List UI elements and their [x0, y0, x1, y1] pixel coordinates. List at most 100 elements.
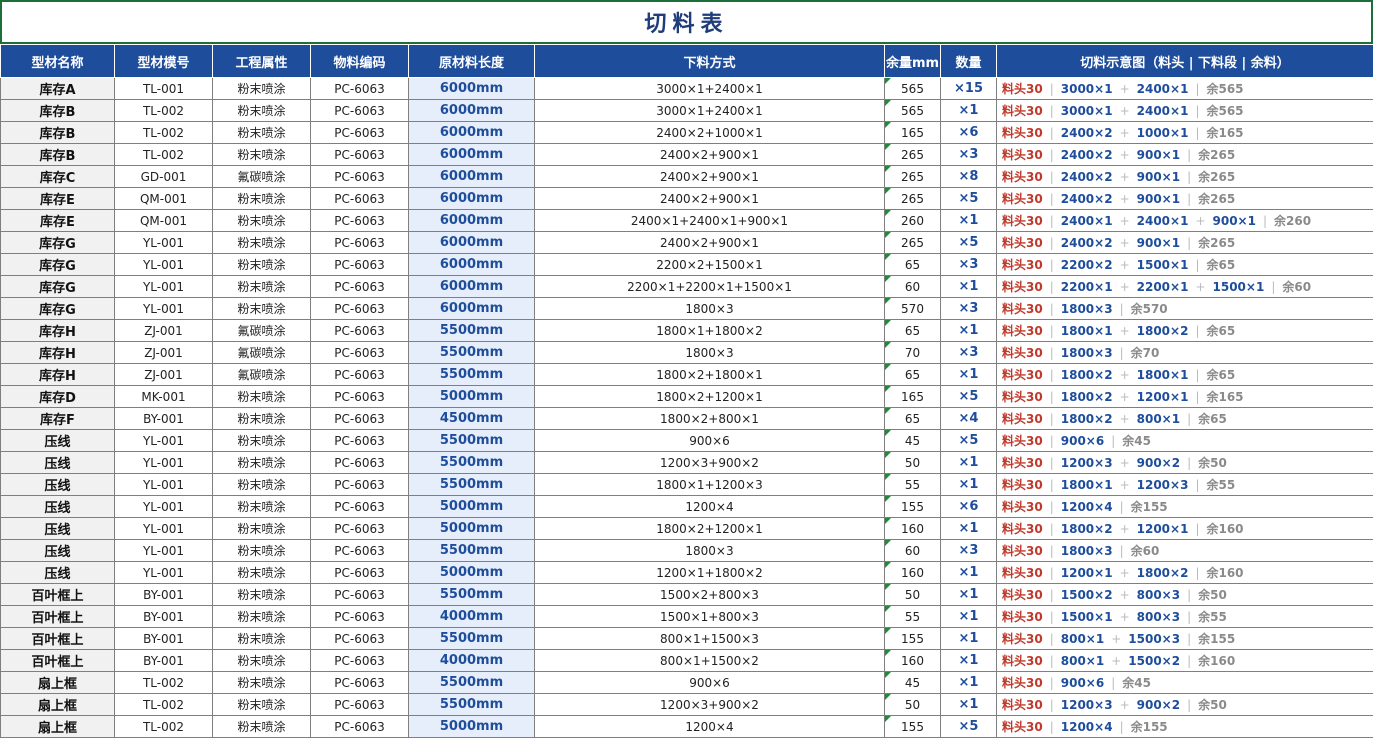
cell-model[interactable]: YL-001: [114, 539, 213, 562]
cell-remain[interactable]: 70: [884, 341, 941, 364]
cell-attr[interactable]: 粉末喷涂: [212, 253, 311, 276]
cell-name[interactable]: 百叶框上: [0, 605, 115, 628]
cell-qty[interactable]: ×15: [940, 77, 997, 100]
cell-qty[interactable]: ×5: [940, 231, 997, 254]
cell-code[interactable]: PC-6063: [310, 209, 409, 232]
cell-model[interactable]: TL-002: [114, 671, 213, 694]
cell-attr[interactable]: 粉末喷涂: [212, 99, 311, 122]
cell-attr[interactable]: 粉末喷涂: [212, 143, 311, 166]
cell-attr[interactable]: 粉末喷涂: [212, 385, 311, 408]
cell-length[interactable]: 5500mm: [408, 583, 535, 606]
cell-diagram[interactable]: 料头30 | 2400×2 +900×1 | 余265: [996, 187, 1373, 210]
cell-length[interactable]: 4500mm: [408, 407, 535, 430]
cell-code[interactable]: PC-6063: [310, 275, 409, 298]
cell-length[interactable]: 5500mm: [408, 473, 535, 496]
cell-attr[interactable]: 粉末喷涂: [212, 671, 311, 694]
cell-model[interactable]: QM-001: [114, 209, 213, 232]
cell-qty[interactable]: ×1: [940, 99, 997, 122]
cell-remain[interactable]: 260: [884, 209, 941, 232]
cell-method[interactable]: 1800×1+1800×2: [534, 319, 885, 342]
cell-name[interactable]: 库存D: [0, 385, 115, 408]
cell-diagram[interactable]: 料头30 | 1800×3 | 余70: [996, 341, 1373, 364]
cell-remain[interactable]: 155: [884, 495, 941, 518]
cell-diagram[interactable]: 料头30 | 900×6 | 余45: [996, 671, 1373, 694]
cell-method[interactable]: 1200×1+1800×2: [534, 561, 885, 584]
cell-method[interactable]: 2400×2+900×1: [534, 165, 885, 188]
cell-code[interactable]: PC-6063: [310, 627, 409, 650]
cell-code[interactable]: PC-6063: [310, 671, 409, 694]
cell-code[interactable]: PC-6063: [310, 495, 409, 518]
cell-method[interactable]: 2400×2+900×1: [534, 187, 885, 210]
cell-length[interactable]: 5500mm: [408, 363, 535, 386]
cell-code[interactable]: PC-6063: [310, 517, 409, 540]
cell-model[interactable]: MK-001: [114, 385, 213, 408]
cell-diagram[interactable]: 料头30 | 1500×1 +800×3 | 余55: [996, 605, 1373, 628]
cell-qty[interactable]: ×3: [940, 341, 997, 364]
cell-model[interactable]: BY-001: [114, 407, 213, 430]
cell-qty[interactable]: ×1: [940, 671, 997, 694]
cell-attr[interactable]: 粉末喷涂: [212, 451, 311, 474]
cell-diagram[interactable]: 料头30 | 1800×3 | 余570: [996, 297, 1373, 320]
cell-name[interactable]: 库存G: [0, 253, 115, 276]
cell-model[interactable]: YL-001: [114, 275, 213, 298]
cell-remain[interactable]: 565: [884, 99, 941, 122]
cell-qty[interactable]: ×3: [940, 297, 997, 320]
cell-qty[interactable]: ×3: [940, 143, 997, 166]
cell-length[interactable]: 4000mm: [408, 605, 535, 628]
cell-remain[interactable]: 50: [884, 693, 941, 716]
cell-attr[interactable]: 氟碳喷涂: [212, 165, 311, 188]
cell-qty[interactable]: ×1: [940, 605, 997, 628]
cell-attr[interactable]: 粉末喷涂: [212, 539, 311, 562]
cell-remain[interactable]: 60: [884, 275, 941, 298]
cell-qty[interactable]: ×8: [940, 165, 997, 188]
cell-remain[interactable]: 155: [884, 627, 941, 650]
cell-length[interactable]: 6000mm: [408, 187, 535, 210]
cell-diagram[interactable]: 料头30 | 2200×1 +2200×1 +1500×1 | 余60: [996, 275, 1373, 298]
cell-code[interactable]: PC-6063: [310, 693, 409, 716]
cell-remain[interactable]: 55: [884, 473, 941, 496]
cell-attr[interactable]: 粉末喷涂: [212, 407, 311, 430]
cell-code[interactable]: PC-6063: [310, 451, 409, 474]
cell-attr[interactable]: 粉末喷涂: [212, 605, 311, 628]
cell-length[interactable]: 4000mm: [408, 649, 535, 672]
cell-code[interactable]: PC-6063: [310, 363, 409, 386]
cell-diagram[interactable]: 料头30 | 3000×1 +2400×1 | 余565: [996, 99, 1373, 122]
cell-method[interactable]: 3000×1+2400×1: [534, 99, 885, 122]
cell-length[interactable]: 5000mm: [408, 517, 535, 540]
cell-model[interactable]: YL-001: [114, 473, 213, 496]
cell-model[interactable]: TL-002: [114, 99, 213, 122]
cell-method[interactable]: 1200×4: [534, 495, 885, 518]
cell-diagram[interactable]: 料头30 | 2400×2 +1000×1 | 余165: [996, 121, 1373, 144]
cell-method[interactable]: 1200×4: [534, 715, 885, 738]
cell-name[interactable]: 压线: [0, 539, 115, 562]
title-bar[interactable]: 切料表: [0, 0, 1373, 44]
cell-model[interactable]: BY-001: [114, 583, 213, 606]
cell-name[interactable]: 扇上框: [0, 715, 115, 738]
cell-model[interactable]: BY-001: [114, 627, 213, 650]
cell-remain[interactable]: 50: [884, 451, 941, 474]
cell-attr[interactable]: 粉末喷涂: [212, 77, 311, 100]
cell-remain[interactable]: 50: [884, 583, 941, 606]
cell-model[interactable]: YL-001: [114, 561, 213, 584]
cell-remain[interactable]: 160: [884, 517, 941, 540]
cell-code[interactable]: PC-6063: [310, 605, 409, 628]
cell-length[interactable]: 6000mm: [408, 231, 535, 254]
cell-attr[interactable]: 粉末喷涂: [212, 715, 311, 738]
cell-attr[interactable]: 氟碳喷涂: [212, 341, 311, 364]
cell-name[interactable]: 扇上框: [0, 693, 115, 716]
cell-diagram[interactable]: 料头30 | 2400×2 +900×1 | 余265: [996, 165, 1373, 188]
cell-name[interactable]: 库存B: [0, 143, 115, 166]
header-attr[interactable]: 工程属性: [212, 44, 311, 78]
cell-method[interactable]: 2400×2+900×1: [534, 143, 885, 166]
cell-attr[interactable]: 粉末喷涂: [212, 517, 311, 540]
cell-model[interactable]: QM-001: [114, 187, 213, 210]
cell-model[interactable]: TL-001: [114, 77, 213, 100]
cell-qty[interactable]: ×5: [940, 385, 997, 408]
cell-qty[interactable]: ×3: [940, 539, 997, 562]
cell-remain[interactable]: 265: [884, 231, 941, 254]
cell-diagram[interactable]: 料头30 | 1200×4 | 余155: [996, 495, 1373, 518]
cell-method[interactable]: 1800×2+800×1: [534, 407, 885, 430]
header-model[interactable]: 型材模号: [114, 44, 213, 78]
cell-qty[interactable]: ×1: [940, 561, 997, 584]
cell-code[interactable]: PC-6063: [310, 539, 409, 562]
